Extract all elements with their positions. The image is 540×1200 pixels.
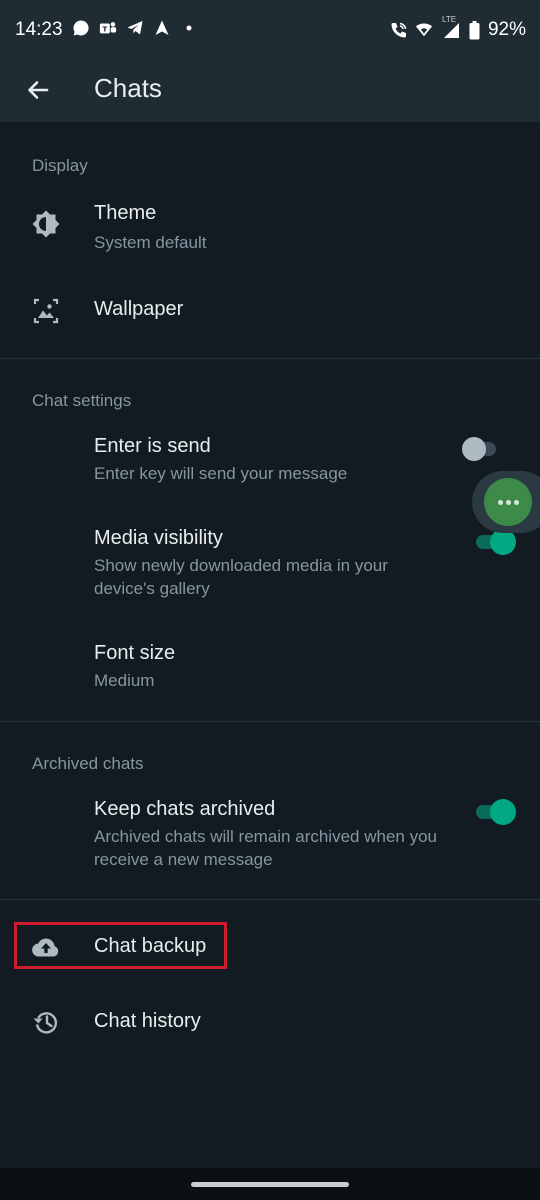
page-title: Chats: [94, 73, 162, 103]
back-arrow-icon: [28, 81, 49, 99]
app-bar: Chats: [0, 58, 540, 122]
font-size-setting[interactable]: Font size Medium: [0, 632, 540, 706]
media-visibility-title: Media visibility: [94, 527, 223, 549]
wallpaper-icon: [30, 295, 62, 327]
gesture-handle[interactable]: [191, 1182, 349, 1187]
theme-value: System default: [94, 233, 207, 252]
section-header-display: Display: [32, 156, 88, 175]
status-time: 14:23: [15, 19, 63, 40]
theme-setting[interactable]: Theme System default: [0, 190, 540, 262]
divider: [0, 721, 540, 722]
wifi-call-icon: [390, 21, 408, 39]
svg-text:T: T: [102, 25, 107, 34]
whatsapp-icon: [72, 19, 90, 37]
section-header-chat-settings: Chat settings: [32, 391, 132, 410]
keep-chats-archived-title: Keep chats archived: [94, 798, 276, 820]
more-options-icon: [484, 478, 532, 526]
keep-chats-archived-setting[interactable]: Keep chats archived Archived chats will …: [0, 788, 540, 884]
enter-is-send-subtitle: Enter key will send your message: [94, 464, 348, 483]
history-icon: [30, 1006, 62, 1038]
battery-icon: [469, 20, 481, 39]
enter-is-send-toggle[interactable]: [462, 436, 506, 462]
keep-chats-archived-toggle[interactable]: [472, 799, 516, 825]
navigation-bar: [0, 1168, 540, 1200]
chat-history-title: Chat history: [94, 1010, 201, 1032]
navigation-icon: [153, 19, 171, 37]
divider: [0, 358, 540, 359]
signal-icon: LTE: [440, 15, 462, 39]
network-type-label: LTE: [441, 15, 457, 24]
floating-bubble[interactable]: [472, 471, 540, 533]
media-visibility-setting[interactable]: Media visibility Show newly downloaded m…: [0, 516, 540, 612]
font-size-title: Font size: [94, 642, 176, 664]
teams-icon: T: [99, 19, 117, 37]
wifi-icon: [415, 21, 433, 39]
toggle-thumb: [462, 437, 486, 461]
enter-is-send-setting[interactable]: Enter is send Enter key will send your m…: [0, 425, 540, 497]
system-indicators: LTE 92%: [390, 15, 526, 41]
highlight-box: [14, 922, 227, 969]
media-visibility-subtitle: Show newly downloaded media in your devi…: [94, 556, 388, 598]
telegram-icon: [126, 19, 144, 37]
chat-history-setting[interactable]: Chat history: [0, 992, 540, 1050]
keep-chats-archived-subtitle: Archived chats will remain archived when…: [94, 827, 437, 869]
section-header-archived-chats: Archived chats: [32, 754, 144, 773]
divider: [0, 899, 540, 900]
wallpaper-title: Wallpaper: [94, 298, 184, 320]
toggle-thumb: [490, 799, 516, 825]
theme-title: Theme: [94, 202, 157, 224]
wallpaper-setting[interactable]: Wallpaper: [0, 276, 540, 346]
back-button[interactable]: [22, 74, 54, 106]
font-size-value: Medium: [94, 671, 155, 690]
status-bar: 14:23 T LTE 92%: [0, 0, 540, 58]
battery-percent: 92%: [487, 19, 526, 40]
enter-is-send-title: Enter is send: [94, 435, 211, 457]
dot-icon: [180, 19, 198, 37]
notification-icons: T: [72, 19, 198, 37]
brightness-icon: [30, 208, 62, 240]
